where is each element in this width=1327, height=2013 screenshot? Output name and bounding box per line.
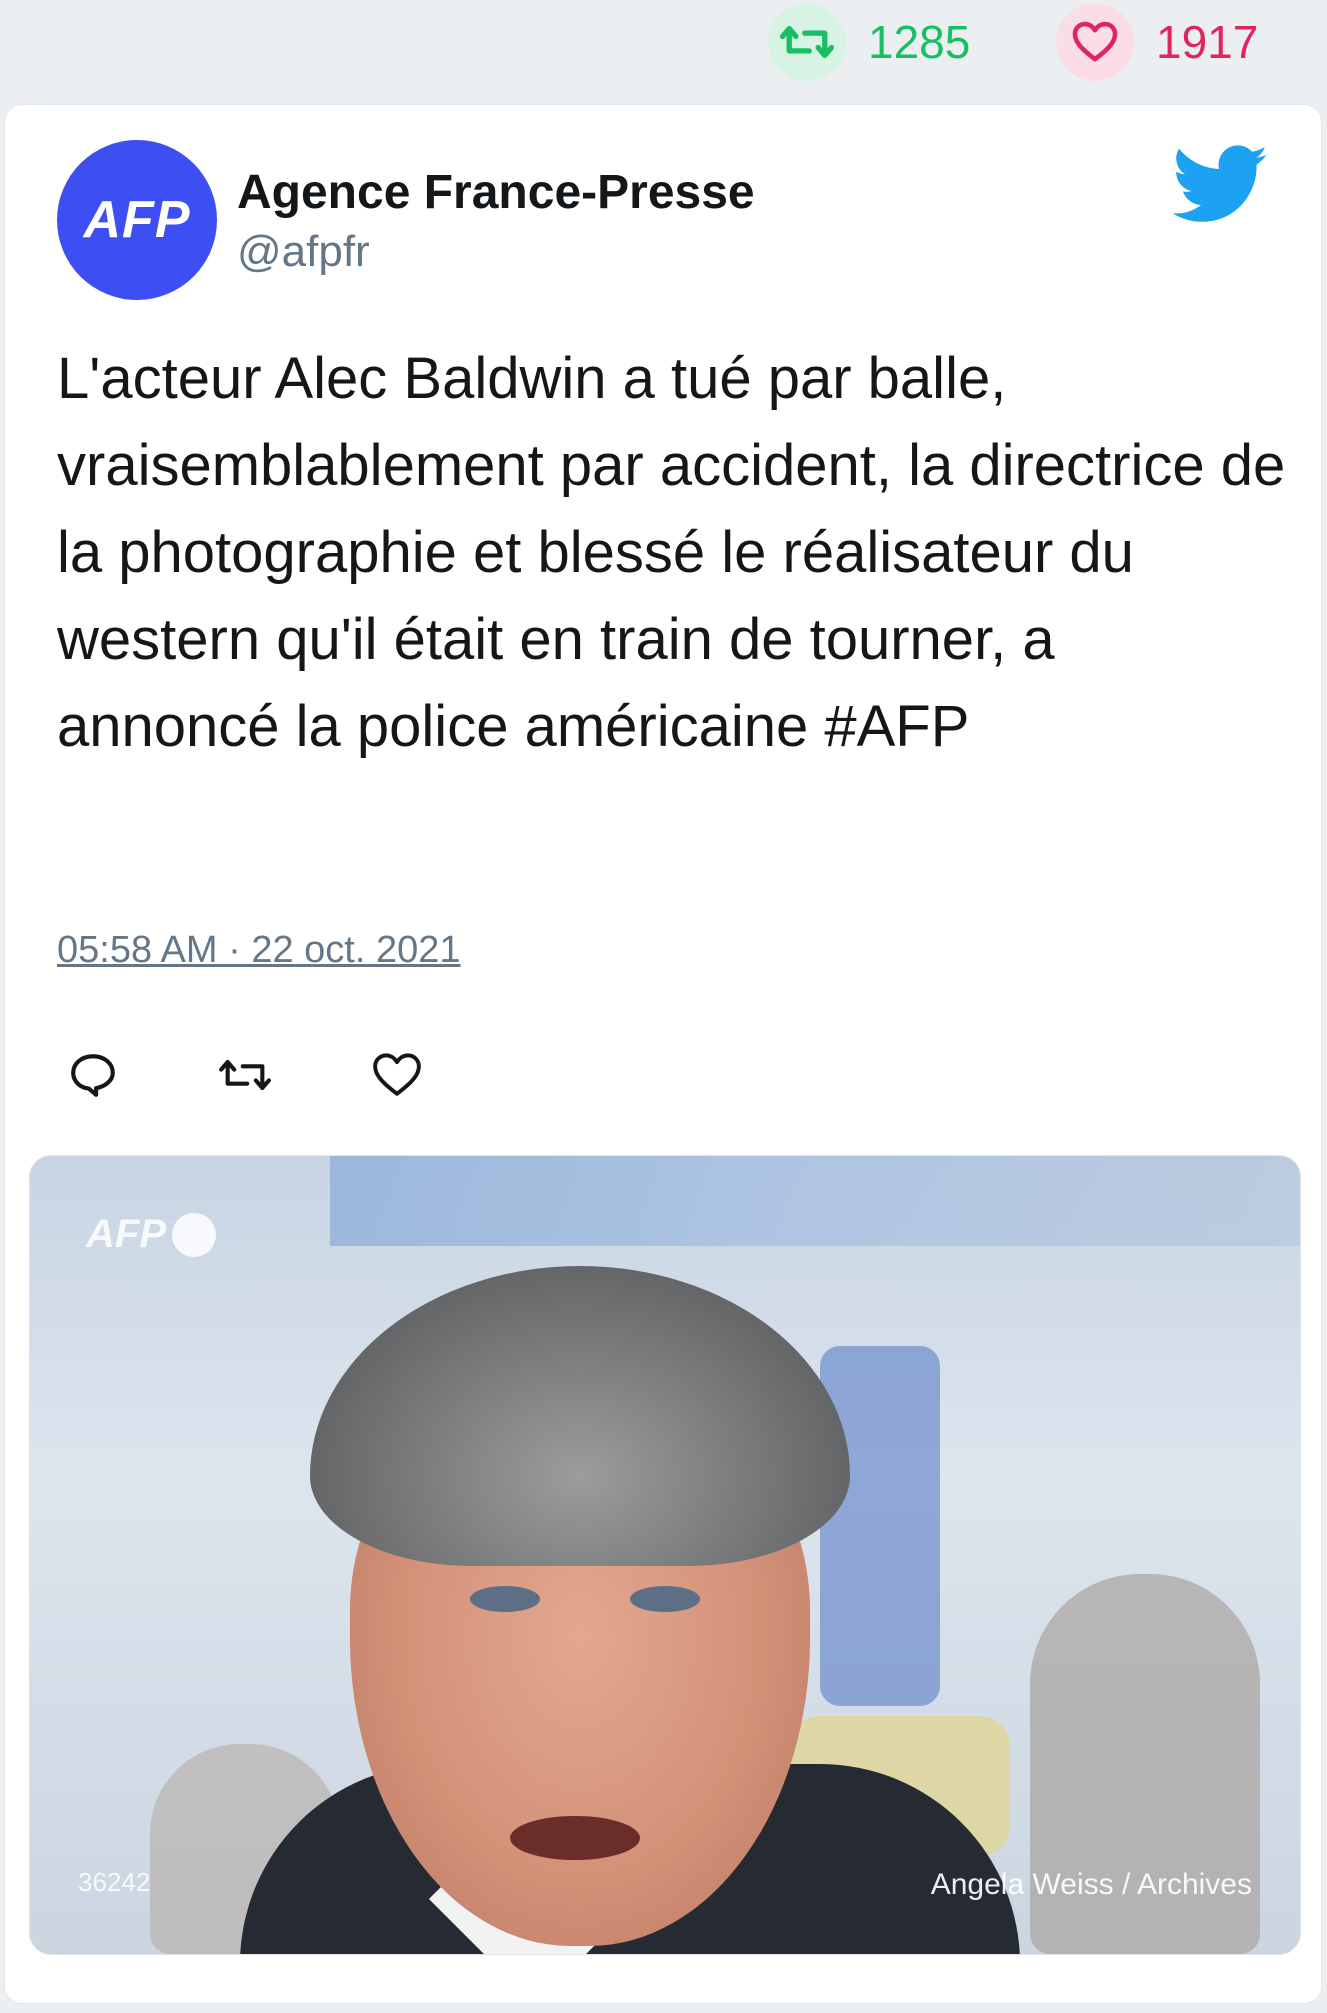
tweet-text: L'acteur Alec Baldwin a tué par balle, v…: [57, 346, 1286, 759]
photo-credit: Angela Weiss / Archives: [930, 1868, 1252, 1901]
author-name[interactable]: Agence France-Presse: [237, 165, 755, 220]
heart-icon[interactable]: [371, 1049, 423, 1101]
background-banner: [330, 1156, 1300, 1246]
avatar[interactable]: AFP: [57, 140, 217, 300]
like-stat[interactable]: 1917: [1056, 3, 1259, 81]
background-blue-shape: [820, 1346, 940, 1706]
avatar-text: AFP: [83, 191, 191, 249]
like-count: 1917: [1156, 16, 1259, 68]
tweet-media-photo[interactable]: AFP 36242 Angela Weiss / Archives: [29, 1155, 1301, 1955]
afp-watermark: AFP: [86, 1212, 216, 1257]
retweet-stat[interactable]: 1285: [768, 3, 971, 81]
heart-icon[interactable]: [1056, 3, 1134, 81]
retweet-icon[interactable]: [219, 1049, 271, 1101]
tweet-card: AFP Agence France-Presse @afpfr L'acteur…: [4, 104, 1322, 2004]
retweet-count: 1285: [868, 16, 971, 68]
tweet-actions: [67, 1049, 523, 1101]
portrait-eye: [630, 1586, 700, 1612]
author-handle[interactable]: @afpfr: [237, 227, 370, 277]
portrait-eye: [470, 1586, 540, 1612]
tweet-timestamp[interactable]: 05:58 AM · 22 oct. 2021: [57, 929, 461, 972]
portrait-hair: [310, 1266, 850, 1566]
portrait-mouth: [510, 1816, 640, 1860]
photo-id: 36242: [78, 1867, 151, 1897]
retweet-icon[interactable]: [768, 3, 846, 81]
engagement-bar: 1285 1917: [0, 0, 1327, 100]
reply-icon[interactable]: [67, 1049, 119, 1101]
twitter-bird-icon[interactable]: [1173, 145, 1269, 225]
